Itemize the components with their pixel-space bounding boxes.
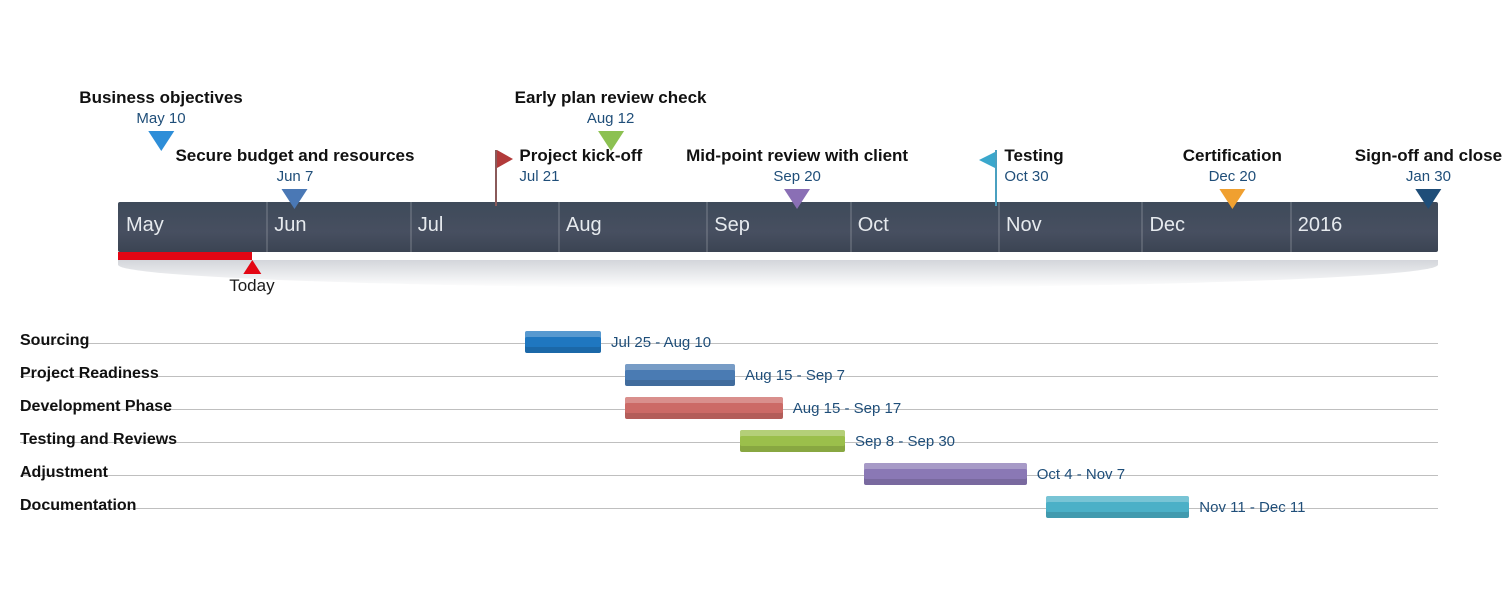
gantt-row-line [20,343,1438,344]
milestone-arrow-icon [598,131,624,151]
gantt-bar [625,364,735,386]
month-label: Jul [410,214,444,237]
milestone: Business objectives May 10 [79,88,242,151]
milestone-title: Mid-point review with client [686,146,908,166]
month-label: Dec [1141,214,1185,237]
today-triangle-icon [243,260,261,274]
gantt-row: Adjustment Oct 4 - Nov 7 [20,462,1438,486]
gantt-row-line [20,442,1438,443]
timeline-gantt-chart: { "chart_data": { "type": "gantt-timelin… [0,0,1507,610]
milestone-title: Certification [1183,146,1282,166]
milestone: Sign-off and close Jan 30 [1355,146,1502,209]
milestone-flag-icon [495,150,513,176]
milestone-date: Aug 12 [515,110,707,127]
gantt-row: Project Readiness Aug 15 - Sep 7 [20,363,1438,387]
gantt-row-line [20,475,1438,476]
milestone: Certification Dec 20 [1183,146,1282,209]
milestone-arrow-icon [148,131,174,151]
gantt-task-name: Testing and Reviews [20,431,177,449]
milestone: Early plan review check Aug 12 [515,88,707,151]
month-label: Oct [850,214,889,237]
milestone-date: Sep 20 [686,168,908,185]
today-marker: Today [229,260,274,296]
gantt-range-label: Nov 11 - Dec 11 [1199,499,1305,516]
milestone-title: Sign-off and close [1355,146,1502,166]
milestone-date: Jul 21 [519,168,642,185]
gantt-task-name: Project Readiness [20,365,159,383]
gantt-task-name: Adjustment [20,464,108,482]
gantt-bar [740,430,845,452]
milestone-date: Dec 20 [1183,168,1282,185]
milestone-arrow-icon [282,189,308,209]
gantt-range-label: Aug 15 - Sep 7 [745,367,845,384]
gantt-task-name: Sourcing [20,332,89,350]
milestone-title: Business objectives [79,88,242,108]
milestone-arrow-icon [784,189,810,209]
gantt-task-name: Documentation [20,497,136,515]
milestone-title: Testing [1004,146,1063,166]
gantt-range-label: Sep 8 - Sep 30 [855,433,955,450]
gantt-row: Testing and Reviews Sep 8 - Sep 30 [20,429,1438,453]
month-label: Nov [998,214,1042,237]
milestone-date: May 10 [79,110,242,127]
month-label: May [118,214,164,237]
band-shadow [118,260,1438,288]
milestone-date: Jun 7 [175,168,414,185]
gantt-range-label: Oct 4 - Nov 7 [1037,466,1125,483]
gantt-range-label: Aug 15 - Sep 17 [793,400,901,417]
gantt-row: Development Phase Aug 15 - Sep 17 [20,396,1438,420]
gantt-bar [525,331,602,353]
milestone-date: Oct 30 [1004,168,1063,185]
month-label: Aug [558,214,602,237]
milestone-date: Jan 30 [1355,168,1502,185]
milestone-pennant-icon [978,150,998,176]
gantt-row: Documentation Nov 11 - Dec 11 [20,495,1438,519]
elapsed-bar [118,252,252,260]
gantt-range-label: Jul 25 - Aug 10 [611,334,711,351]
milestone-arrow-icon [1219,189,1245,209]
milestone: Testing Oct 30 [978,146,1063,185]
month-label: Jun [266,214,306,237]
milestone-arrow-icon [1415,189,1441,209]
milestone: Secure budget and resources Jun 7 [175,146,414,209]
milestone: Project kick-offJul 21 [495,146,642,185]
timeline-band: May Jun Jul Aug Sep Oct Nov Dec 2016 [118,202,1438,252]
today-label: Today [229,276,274,296]
gantt-row: Sourcing Jul 25 - Aug 10 [20,330,1438,354]
gantt-bar [1046,496,1189,518]
gantt-bar [625,397,783,419]
gantt-bar [864,463,1027,485]
month-label: 2016 [1290,214,1343,237]
milestone-title: Early plan review check [515,88,707,108]
milestone-title: Secure budget and resources [175,146,414,166]
month-label: Sep [706,214,750,237]
milestone: Mid-point review with client Sep 20 [686,146,908,209]
gantt-task-name: Development Phase [20,398,172,416]
